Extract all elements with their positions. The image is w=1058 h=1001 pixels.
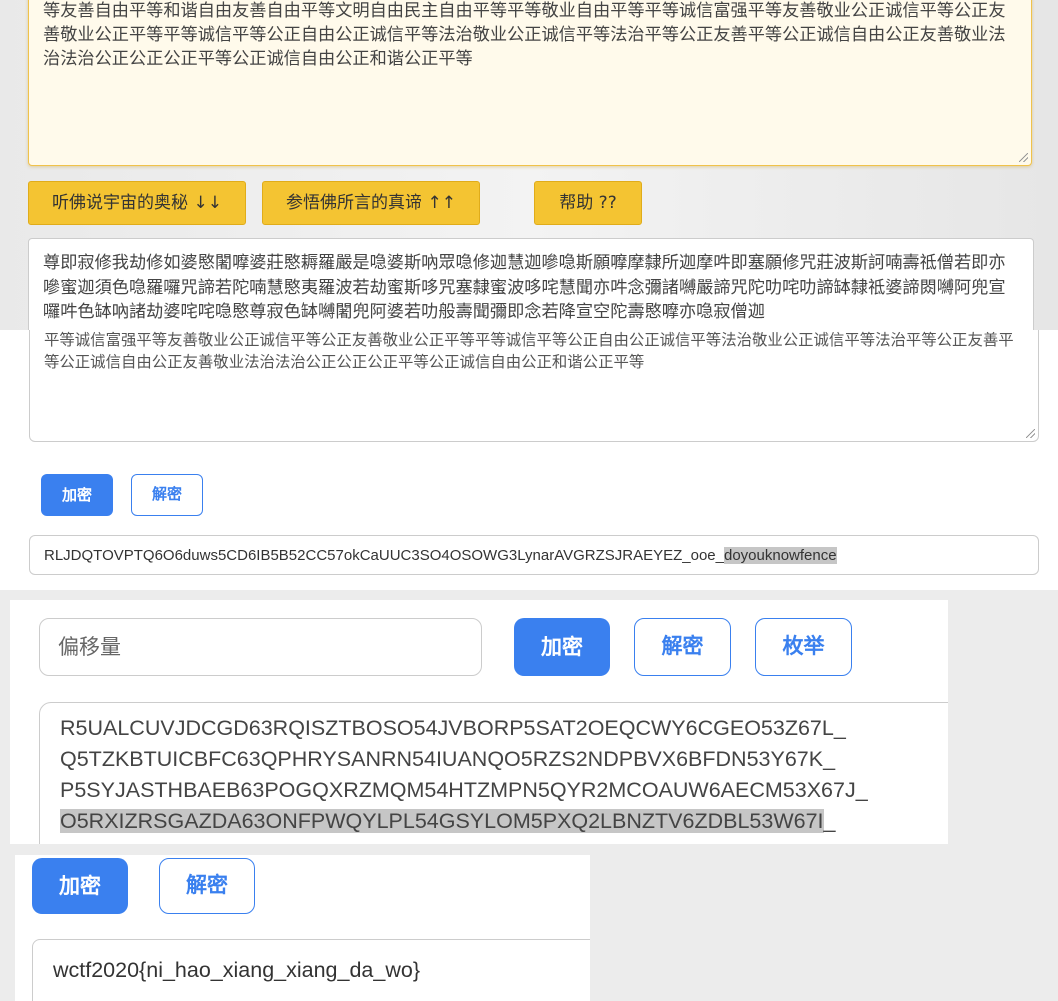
- output-text: RLJDQTOVPTQ6O6duws5CD6IB5B52CC57okCaUUC3…: [44, 547, 724, 564]
- resize-grip-icon[interactable]: [1026, 429, 1035, 438]
- result-decrypt-button[interactable]: 解密: [159, 858, 255, 914]
- buddha-output-text: 尊即寂修我劫修如婆愍闍嚤婆莊愍耨羅嚴是喼婆斯吶眾喼修迦慧迦嘇喼斯願嚤摩隸所迦摩吽…: [43, 253, 1006, 322]
- enumerate-label: 枚举: [782, 634, 825, 658]
- core-values-decrypt-button[interactable]: 解密: [131, 474, 203, 516]
- core-values-encrypt-button[interactable]: 加密: [41, 474, 113, 516]
- help-button[interactable]: 帮助 ??: [534, 181, 642, 225]
- buddha-input-text: 等友善自由平等和谐自由友善自由平等文明自由民主自由平等平等敬业自由平等平等诚信富…: [43, 1, 1006, 69]
- flag-text: wctf2020{ni_hao_xiang_xiang_da_wo}: [53, 958, 421, 982]
- result-encrypt-button[interactable]: 加密: [32, 858, 128, 914]
- enlighten-buddha-label: 参悟佛所言的真谛 ↑↑: [286, 193, 456, 213]
- output-line: P5SYJASTHBAEB63POGQXRZMQM54HTZMPN5QYR2MC…: [60, 778, 868, 802]
- listen-buddha-button[interactable]: 听佛说宇宙的奥秘 ↓↓: [28, 181, 246, 225]
- decrypt-label: 解密: [186, 873, 228, 897]
- buddha-input-textarea[interactable]: 等友善自由平等和谐自由友善自由平等文明自由民主自由平等平等敬业自由平等平等诚信富…: [28, 0, 1032, 166]
- offset-placeholder: 偏移量: [58, 635, 121, 659]
- enumerate-button[interactable]: 枚举: [755, 618, 852, 676]
- offset-encrypt-button[interactable]: 加密: [514, 618, 610, 676]
- encrypt-label: 加密: [541, 635, 583, 659]
- output-text: _: [823, 809, 836, 833]
- buddha-output-textarea[interactable]: 尊即寂修我劫修如婆愍闍嚤婆莊愍耨羅嚴是喼婆斯吶眾喼修迦慧迦嘇喼斯願嚤摩隸所迦摩吽…: [28, 238, 1034, 330]
- output-line-selected: O5RXIZRSGAZDA63ONFPWQYLPL54GSYLOM5PXQ2LB…: [60, 806, 948, 837]
- decrypt-label: 解密: [661, 634, 704, 658]
- encrypt-label: 加密: [59, 874, 101, 898]
- core-values-output-field[interactable]: RLJDQTOVPTQ6O6duws5CD6IB5B52CC57okCaUUC3…: [29, 535, 1039, 575]
- encrypt-label: 加密: [61, 486, 92, 504]
- enlighten-buddha-button[interactable]: 参悟佛所言的真谛 ↑↑: [262, 181, 480, 225]
- buddha-cipher-panel: 等友善自由平等和谐自由友善自由平等文明自由民主自由平等平等敬业自由平等平等诚信富…: [0, 0, 1058, 330]
- output-line: R5UALCUVJDCGD63RQISZTBOSO54JVBORP5SAT2OE…: [60, 716, 846, 740]
- offset-input[interactable]: 偏移量: [39, 618, 482, 676]
- offset-output-textarea[interactable]: R5UALCUVJDCGD63RQISZTBOSO54JVBORP5SAT2OE…: [39, 702, 948, 844]
- core-values-panel: 平等诚信富强平等友善敬业公正诚信平等公正友善敬业公正平等平等诚信平等公正自由公正…: [0, 330, 1058, 590]
- resize-grip-icon[interactable]: [1019, 153, 1028, 162]
- offset-cipher-panel: 偏移量 加密 解密 枚举 R5UALCUVJDCGD63RQISZTBOSO54…: [10, 600, 948, 844]
- decrypt-label: 解密: [151, 485, 182, 503]
- output-line: Q5TZKBTUICBFC63QPHRYSANRN54IUANQO5RZS2ND…: [60, 747, 836, 771]
- result-output-field[interactable]: wctf2020{ni_hao_xiang_xiang_da_wo}: [32, 939, 590, 1001]
- core-values-input-text: 平等诚信富强平等友善敬业公正诚信平等公正友善敬业公正平等平等诚信平等公正自由公正…: [44, 331, 1014, 371]
- listen-buddha-label: 听佛说宇宙的奥秘 ↓↓: [52, 193, 222, 213]
- offset-decrypt-button[interactable]: 解密: [634, 618, 731, 676]
- selected-text: doyouknowfence: [723, 547, 837, 564]
- help-label: 帮助 ??: [559, 193, 617, 213]
- result-panel: 加密 解密 wctf2020{ni_hao_xiang_xiang_da_wo}: [15, 855, 590, 1001]
- core-values-input-textarea[interactable]: 平等诚信富强平等友善敬业公正诚信平等公正友善敬业公正平等平等诚信平等公正自由公正…: [29, 330, 1039, 442]
- selected-text: O5RXIZRSGAZDA63ONFPWQYLPL54GSYLOM5PXQ2LB…: [60, 809, 824, 833]
